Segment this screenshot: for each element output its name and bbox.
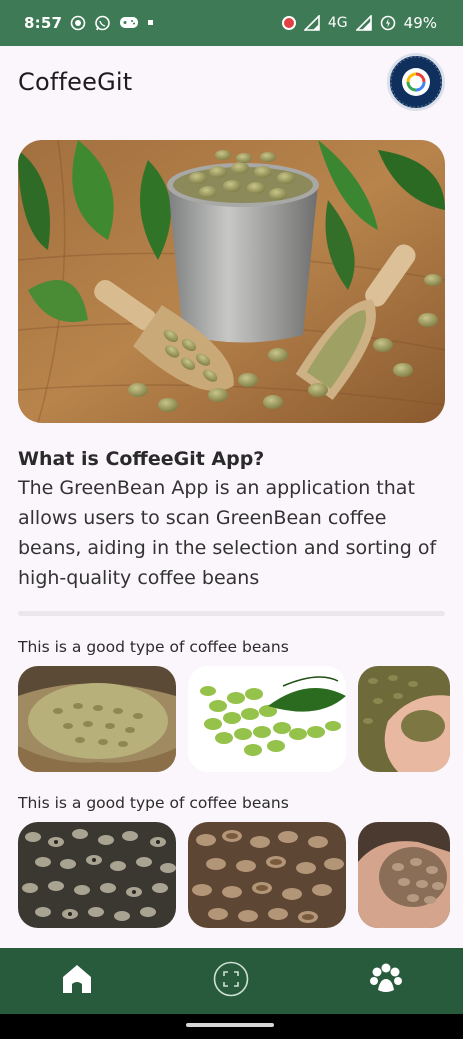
gesture-area — [0, 1014, 463, 1039]
app-title: CoffeeGit — [18, 68, 133, 96]
profile-avatar[interactable] — [387, 53, 445, 111]
about-section: What is CoffeeGit App? The GreenBean App… — [0, 423, 463, 593]
top-app-bar: CoffeeGit — [0, 46, 463, 118]
beans-in-burlap-sack-image — [18, 666, 176, 772]
section-title: This is a good type of coffee beans — [18, 794, 289, 812]
hero-coffee-illustration — [18, 140, 445, 423]
record-icon — [70, 15, 86, 31]
battery-level: 49% — [403, 14, 437, 32]
home-icon — [60, 963, 94, 999]
bean-image-card[interactable] — [18, 822, 176, 928]
whatsapp-icon — [94, 15, 111, 32]
bean-image-card[interactable] — [18, 666, 176, 772]
bean-image-card[interactable] — [358, 822, 450, 928]
gamepad-icon — [119, 16, 139, 30]
status-right: 4G 49% — [281, 14, 437, 32]
bean-image-card[interactable] — [358, 666, 450, 772]
bean-image-card[interactable] — [188, 822, 346, 928]
screen-record-icon — [281, 16, 296, 30]
bottom-navigation — [0, 948, 463, 1014]
about-description: The GreenBean App is an application that… — [18, 477, 437, 589]
main-screen: CoffeeGit What is CoffeeGit App? The Gre… — [0, 46, 463, 948]
status-bar: 8:57 4G 49% — [0, 0, 463, 46]
signal-icon-2 — [355, 15, 372, 31]
nav-home[interactable] — [37, 948, 117, 1014]
nav-pets[interactable] — [346, 948, 426, 1014]
notification-dot-icon — [147, 19, 155, 27]
paw-icon — [368, 962, 404, 1000]
section-title: This is a good type of coffee beans — [18, 638, 289, 656]
network-type: 4G — [327, 15, 348, 31]
green-beans-with-leaves-image — [188, 666, 346, 772]
bean-image-card[interactable] — [188, 666, 346, 772]
signal-icon — [303, 15, 320, 31]
battery-saver-icon — [380, 15, 396, 31]
beans-in-hand-image — [358, 822, 450, 928]
nav-scan[interactable] — [191, 948, 271, 1014]
image-carousel[interactable] — [0, 812, 463, 928]
about-title: What is CoffeeGit App? — [18, 448, 265, 470]
gesture-handle[interactable] — [186, 1023, 274, 1027]
hero-image — [18, 140, 445, 423]
dark-spotted-beans-image — [18, 822, 176, 928]
scan-icon — [213, 961, 249, 1001]
status-left: 8:57 — [24, 14, 155, 32]
status-time: 8:57 — [24, 14, 63, 32]
image-carousel[interactable] — [0, 656, 463, 772]
beans-in-hands-image — [358, 666, 450, 772]
brown-mixed-beans-image — [188, 822, 346, 928]
